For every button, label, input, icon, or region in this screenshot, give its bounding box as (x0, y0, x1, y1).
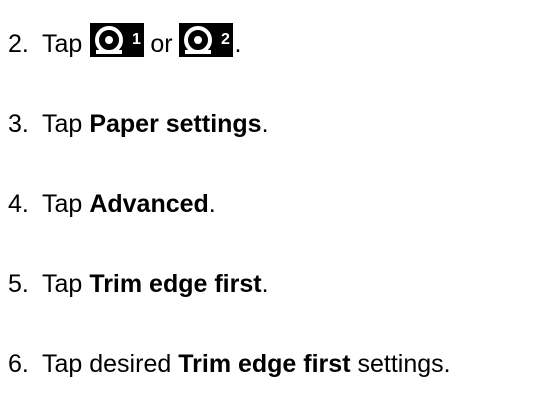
step-suffix: . (208, 189, 216, 218)
step-text: Tap (42, 109, 83, 138)
step-suffix: . (261, 109, 269, 138)
step-6: 6. Tap desired Trim edge first settings. (8, 344, 451, 384)
step-5: 5. Tap Trim edge first . (8, 264, 269, 304)
step-4: 4. Tap Advanced . (8, 184, 216, 224)
step-number: 5. (8, 269, 29, 298)
step-bold-term: Paper settings (89, 109, 262, 138)
step-number: 4. (8, 189, 29, 218)
step-bold-term: Trim edge first (89, 269, 262, 298)
step-2: 2. Tap 1 or 2 . (8, 23, 242, 64)
roll-1-icon: 1 (90, 23, 145, 57)
step-bold-term: Trim edge first (178, 349, 351, 378)
step-3: 3. Tap Paper settings . (8, 104, 269, 144)
step-suffix: settings. (357, 349, 451, 378)
step-period: . (234, 29, 242, 58)
step-number: 2. (8, 29, 29, 58)
step-text-or: or (150, 29, 173, 58)
roll-1-digit: 1 (132, 31, 141, 48)
step-text: Tap (42, 269, 83, 298)
step-number: 6. (8, 349, 29, 378)
step-number: 3. (8, 109, 29, 138)
step-text: Tap desired (42, 349, 172, 378)
step-text: Tap (42, 189, 83, 218)
step-bold-term: Advanced (89, 189, 209, 218)
roll-2-digit: 2 (221, 31, 230, 48)
roll-2-icon: 2 (178, 23, 233, 57)
step-text: Tap (42, 29, 83, 58)
instruction-steps: 2. Tap 1 or 2 . 3. Tap Paper settings . (0, 0, 549, 416)
step-suffix: . (261, 269, 269, 298)
